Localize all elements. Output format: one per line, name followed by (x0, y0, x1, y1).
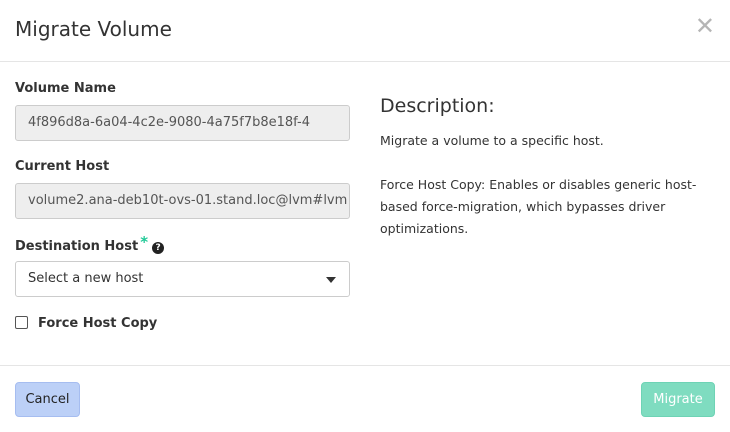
close-icon[interactable]: ✕ (695, 14, 715, 38)
current-host-field: volume2.ana-deb10t-ovs-01.stand.loc@lvm#… (15, 183, 350, 219)
cancel-button[interactable]: Cancel (15, 382, 80, 417)
volume-name-label: Volume Name (15, 81, 116, 96)
required-mark: * (140, 233, 149, 251)
modal-title: Migrate Volume (15, 17, 172, 41)
current-host-label: Current Host (15, 159, 110, 174)
volume-name-field: 4f896d8a-6a04-4c2e-9080-4a75f7b8e18f-4 (15, 105, 350, 141)
description-title: Description: (380, 95, 495, 117)
modal-header: Migrate Volume ✕ (0, 0, 730, 62)
description-text-1: Migrate a volume to a specific host. (380, 133, 604, 148)
destination-host-select[interactable]: Select a new host (15, 261, 350, 297)
destination-host-label-text: Destination Host (15, 239, 139, 254)
migrate-button[interactable]: Migrate (641, 382, 715, 417)
migrate-volume-dialog: Migrate Volume ✕ Volume Name 4f896d8a-6a… (0, 0, 730, 432)
force-host-copy-row[interactable]: Force Host Copy (15, 316, 157, 331)
destination-host-selected: Select a new host (28, 271, 144, 286)
question-circle-icon[interactable]: ? (152, 242, 165, 254)
modal-footer: Cancel Migrate (0, 365, 730, 432)
force-host-copy-label: Force Host Copy (38, 316, 158, 331)
caret-down-icon (326, 277, 336, 283)
force-host-copy-checkbox[interactable] (15, 316, 28, 329)
destination-host-label: Destination Host *? (15, 233, 165, 254)
description-text-2: Force Host Copy: Enables or disables gen… (380, 177, 697, 236)
